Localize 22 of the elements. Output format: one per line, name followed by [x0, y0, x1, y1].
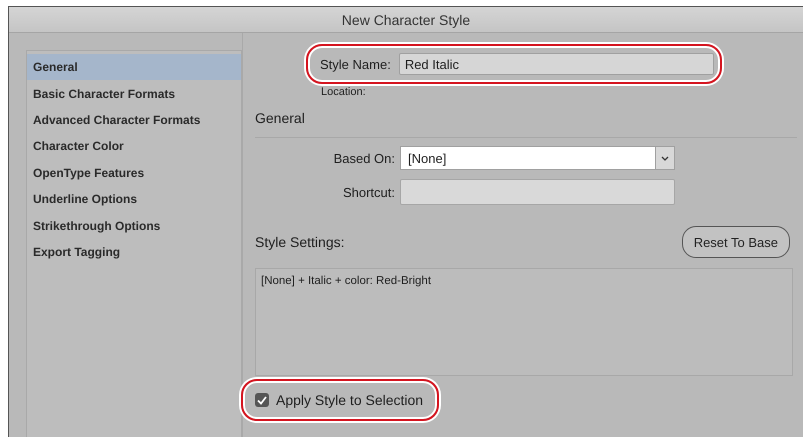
sidebar-item[interactable]: General [27, 54, 241, 80]
sidebar-item[interactable]: Advanced Character Formats [27, 106, 241, 134]
window-title: New Character Style [342, 12, 470, 28]
reset-to-base-button[interactable]: Reset To Base [682, 226, 790, 258]
style-settings-label: Style Settings: [255, 234, 344, 250]
chevron-down-icon [661, 156, 669, 160]
checkbox-label[interactable]: Apply Style to Selection [276, 392, 424, 408]
sidebar-item[interactable]: Basic Character Formats [27, 80, 241, 107]
style-name-label: Style Name: [320, 56, 391, 72]
section-heading: General [255, 110, 306, 126]
shortcut-field[interactable] [400, 179, 675, 205]
sidebar-item[interactable]: OpenType Features [27, 160, 241, 186]
sidebar-item[interactable]: Strikethrough Options [27, 212, 241, 239]
sidebar-item[interactable]: Character Color [27, 133, 241, 160]
checkbox[interactable] [255, 393, 269, 407]
shortcut-label: Shortcut: [342, 184, 395, 200]
style-name-field[interactable]: Red Italic [398, 53, 714, 75]
sidebar-item[interactable]: Export Tagging [27, 238, 241, 266]
location-label: Location: [321, 86, 367, 98]
style-settings-text: [None] + Italic + color: Red-Bright [255, 268, 793, 376]
based-on-label: Based On: [334, 150, 395, 166]
sidebar-item[interactable]: Underline Options [27, 186, 241, 212]
